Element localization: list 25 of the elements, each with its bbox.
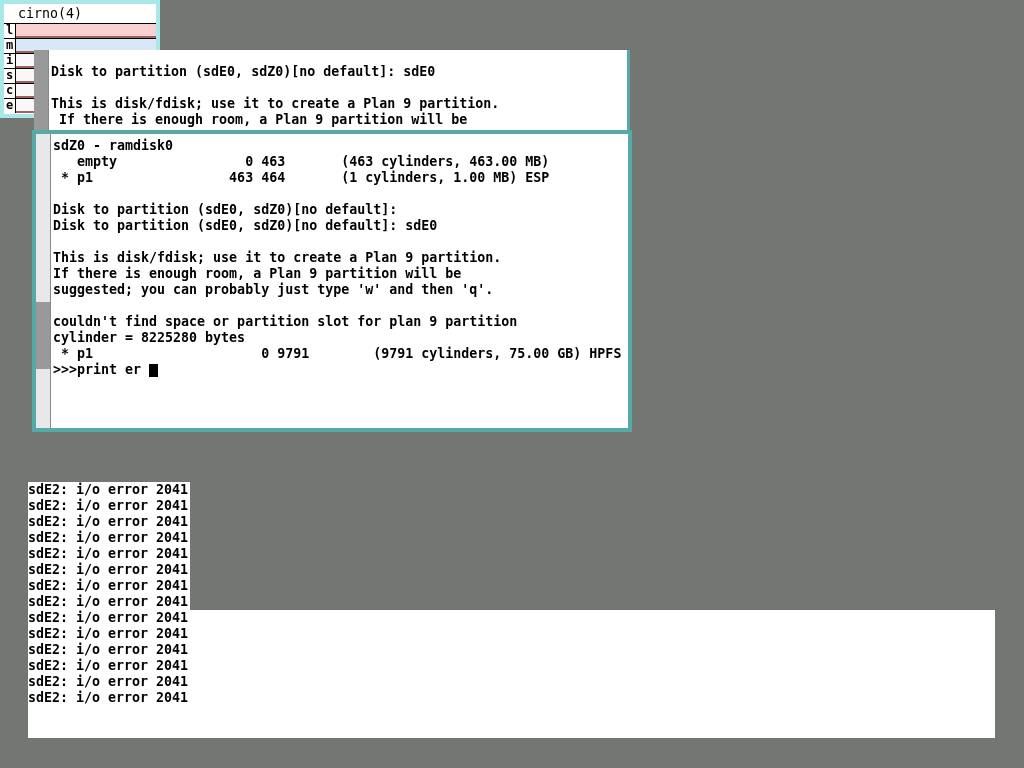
console-line: sdE2: i/o error 2041 <box>28 674 190 690</box>
window-title: cirno(4) <box>17 5 84 23</box>
terminal-line: Disk to partition (sdE0, sdZ0)[no default]: sdE0 <box>51 64 437 80</box>
console-line: sdE2: i/o error 2041 <box>28 626 190 642</box>
terminal-line: * p1 0 9791 (9791 cylinders, 75.00 GB) HPFS <box>60 346 622 362</box>
terminal-line: cylinder = 8225280 bytes <box>53 330 247 346</box>
text-cursor <box>149 363 159 377</box>
terminal-line: couldn't find space or partition slot for plan 9 partition <box>53 314 519 330</box>
console-line: sdE2: i/o error 2041 <box>28 642 190 658</box>
scrollbar[interactable] <box>36 134 51 428</box>
console-line: sdE2: i/o error 2041 <box>28 610 190 626</box>
console-line: sdE2: i/o error 2041 <box>28 690 190 706</box>
terminal-line: This is disk/fdisk; use it to create a Plan 9 partition. <box>51 96 500 112</box>
terminal-line: This is disk/fdisk; use it to create a Plan 9 partition. <box>53 250 503 266</box>
terminal-line: Disk to partition (sdE0, sdZ0)[no default]: <box>53 202 399 218</box>
scrollbar[interactable] <box>34 50 49 130</box>
terminal-line: empty 0 463 (463 cylinders, 463.00 MB) <box>76 154 551 170</box>
terminal-line: Disk to partition (sdE0, sdZ0)[no default]: sdE0 <box>53 218 439 234</box>
terminal-line: sdZ0 - ramdisk0 <box>53 138 175 154</box>
terminal-line: If there is enough room, a Plan 9 partition will be <box>58 112 469 128</box>
command-prompt: >>>print er <box>53 362 142 378</box>
terminal-line: suggested; you can probably just type 'w' and then 'q'. <box>53 282 495 298</box>
terminal-line: If there is enough room, a Plan 9 partition will be <box>53 266 463 282</box>
terminal-line: * p1 463 464 (1 cylinders, 1.00 MB) ESP <box>60 170 551 186</box>
console-line: sdE2: i/o error 2041 <box>28 658 190 674</box>
